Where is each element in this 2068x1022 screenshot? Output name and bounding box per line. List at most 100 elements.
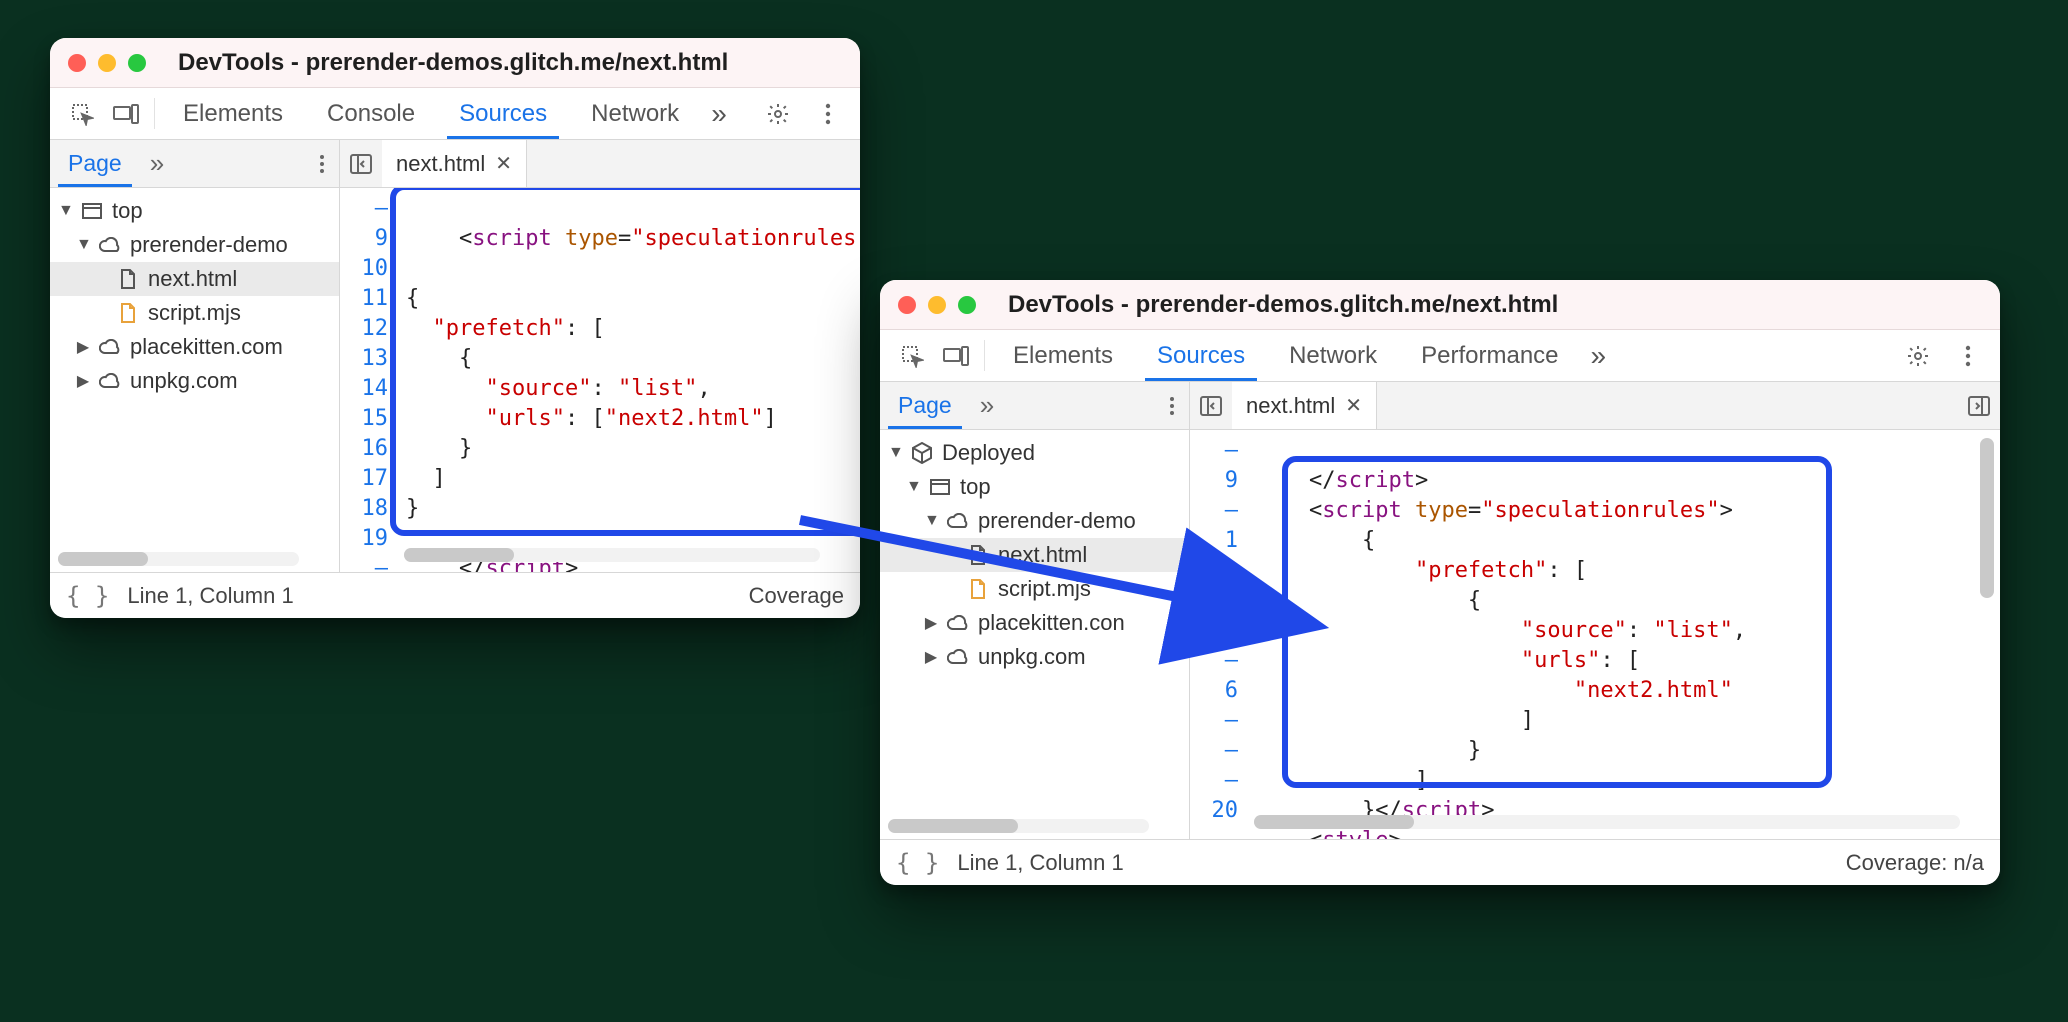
file-icon: [966, 543, 990, 567]
page-tab[interactable]: Page: [50, 140, 140, 187]
hscroll-code[interactable]: [404, 548, 820, 562]
file-icon: [116, 267, 140, 291]
tree-top[interactable]: ▼top: [50, 194, 339, 228]
tree-origin[interactable]: ▼prerender-demo: [880, 504, 1189, 538]
gear-icon[interactable]: [756, 102, 800, 126]
frame-icon: [928, 475, 952, 499]
code-editor[interactable]: –910111213141516171819– <script type="sp…: [340, 188, 860, 572]
zoom-icon[interactable]: [128, 54, 146, 72]
file-js-icon: [966, 577, 990, 601]
code-lines: <script type="speculationrules"> { "pref…: [396, 188, 860, 538]
tab-elements[interactable]: Elements: [991, 330, 1135, 381]
tabs-more-icon[interactable]: »: [1581, 330, 1617, 381]
tab-sources[interactable]: Sources: [1135, 330, 1267, 381]
gear-icon[interactable]: [1896, 344, 1940, 368]
sub-header: Page » next.html ✕: [50, 140, 860, 188]
inspect-icon[interactable]: [890, 330, 934, 381]
tree-origin[interactable]: ▼prerender-demo: [50, 228, 339, 262]
kebab-icon[interactable]: [806, 103, 850, 125]
window-title: DevTools - prerender-demos.glitch.me/nex…: [1008, 291, 1558, 319]
gutter: –9–1–3––6–––20: [1190, 430, 1246, 805]
tree-origin2[interactable]: ▶placekitten.com: [50, 330, 339, 364]
coverage-label: Coverage: [749, 583, 844, 609]
page-more-icon[interactable]: »: [140, 140, 174, 187]
tab-elements[interactable]: Elements: [161, 88, 305, 139]
editor-tab-label: next.html: [396, 151, 485, 177]
panel-collapse-icon[interactable]: [1190, 394, 1232, 418]
tree-top[interactable]: ▼top: [880, 470, 1189, 504]
cloud-icon: [946, 509, 970, 533]
file-tree: ▼Deployed ▼top ▼prerender-demo next.html…: [880, 430, 1190, 839]
tree-origin3[interactable]: ▶unpkg.com: [880, 640, 1189, 674]
tree-origin3[interactable]: ▶unpkg.com: [50, 364, 339, 398]
tree-deployed[interactable]: ▼Deployed: [880, 436, 1189, 470]
cloud-icon: [98, 369, 122, 393]
statusbar: { } Line 1, Column 1 Coverage: [50, 572, 860, 618]
inspect-icon[interactable]: [60, 88, 104, 139]
titlebar: DevTools - prerender-demos.glitch.me/nex…: [880, 280, 2000, 330]
tree-file-js[interactable]: script.mjs: [880, 572, 1189, 606]
traffic-lights: [68, 54, 146, 72]
tab-performance[interactable]: Performance: [1399, 330, 1580, 381]
file-js-icon: [116, 301, 140, 325]
close-tab-icon[interactable]: ✕: [495, 151, 512, 176]
pretty-print-icon[interactable]: { }: [66, 582, 109, 610]
tree-file-html[interactable]: next.html: [880, 538, 1189, 572]
page-kebab-icon[interactable]: [1155, 382, 1189, 429]
page-tab[interactable]: Page: [880, 382, 970, 429]
panel-tabs: Elements Console Sources Network »: [50, 88, 860, 140]
sub-header: Page » next.html ✕: [880, 382, 2000, 430]
deployed-icon: [910, 441, 934, 465]
page-more-icon[interactable]: »: [970, 382, 1004, 429]
editor-tab[interactable]: next.html ✕: [1232, 382, 1377, 429]
pretty-print-icon[interactable]: { }: [896, 849, 939, 877]
minimize-icon[interactable]: [928, 296, 946, 314]
close-tab-icon[interactable]: ✕: [1345, 393, 1362, 418]
tab-console[interactable]: Console: [305, 88, 437, 139]
statusbar: { } Line 1, Column 1 Coverage: n/a: [880, 839, 2000, 885]
close-icon[interactable]: [898, 296, 916, 314]
tab-network[interactable]: Network: [569, 88, 701, 139]
cursor-position: Line 1, Column 1: [957, 850, 1123, 876]
cloud-icon: [98, 335, 122, 359]
close-icon[interactable]: [68, 54, 86, 72]
cloud-icon: [946, 611, 970, 635]
cursor-position: Line 1, Column 1: [127, 583, 293, 609]
panel-tabs: Elements Sources Network Performance »: [880, 330, 2000, 382]
page-kebab-icon[interactable]: [305, 140, 339, 187]
traffic-lights: [898, 296, 976, 314]
cloud-icon: [98, 233, 122, 257]
hscroll-code[interactable]: [1254, 815, 1960, 829]
coverage-label: Coverage: n/a: [1846, 850, 1984, 876]
gutter: –910111213141516171819–: [340, 188, 396, 538]
window-title: DevTools - prerender-demos.glitch.me/nex…: [178, 49, 728, 77]
code-lines: </script> <script type="speculationrules…: [1246, 430, 2000, 805]
vscroll-code[interactable]: [1980, 438, 1994, 598]
body: ▼top ▼prerender-demo next.html script.mj…: [50, 188, 860, 572]
hscroll-tree[interactable]: [888, 819, 1149, 833]
panel-collapse-icon[interactable]: [340, 152, 382, 176]
tab-sources[interactable]: Sources: [437, 88, 569, 139]
devtools-window-b: DevTools - prerender-demos.glitch.me/nex…: [880, 280, 2000, 885]
tab-network[interactable]: Network: [1267, 330, 1399, 381]
cloud-icon: [946, 645, 970, 669]
code-editor[interactable]: –9–1–3––6–––20 </script> <script type="s…: [1190, 430, 2000, 839]
zoom-icon[interactable]: [958, 296, 976, 314]
file-tree: ▼top ▼prerender-demo next.html script.mj…: [50, 188, 340, 572]
tree-origin2[interactable]: ▶placekitten.con: [880, 606, 1189, 640]
tabs-more-icon[interactable]: »: [701, 88, 737, 139]
panel-toggle-right-icon[interactable]: [1958, 394, 2000, 418]
device-icon[interactable]: [934, 330, 978, 381]
device-icon[interactable]: [104, 88, 148, 139]
frame-icon: [80, 199, 104, 223]
editor-tab[interactable]: next.html ✕: [382, 140, 527, 187]
editor-tab-label: next.html: [1246, 393, 1335, 419]
tree-file-html[interactable]: next.html: [50, 262, 339, 296]
devtools-window-a: DevTools - prerender-demos.glitch.me/nex…: [50, 38, 860, 618]
kebab-icon[interactable]: [1946, 345, 1990, 367]
tree-file-js[interactable]: script.mjs: [50, 296, 339, 330]
minimize-icon[interactable]: [98, 54, 116, 72]
titlebar: DevTools - prerender-demos.glitch.me/nex…: [50, 38, 860, 88]
hscroll-tree[interactable]: [58, 552, 299, 566]
body: ▼Deployed ▼top ▼prerender-demo next.html…: [880, 430, 2000, 839]
